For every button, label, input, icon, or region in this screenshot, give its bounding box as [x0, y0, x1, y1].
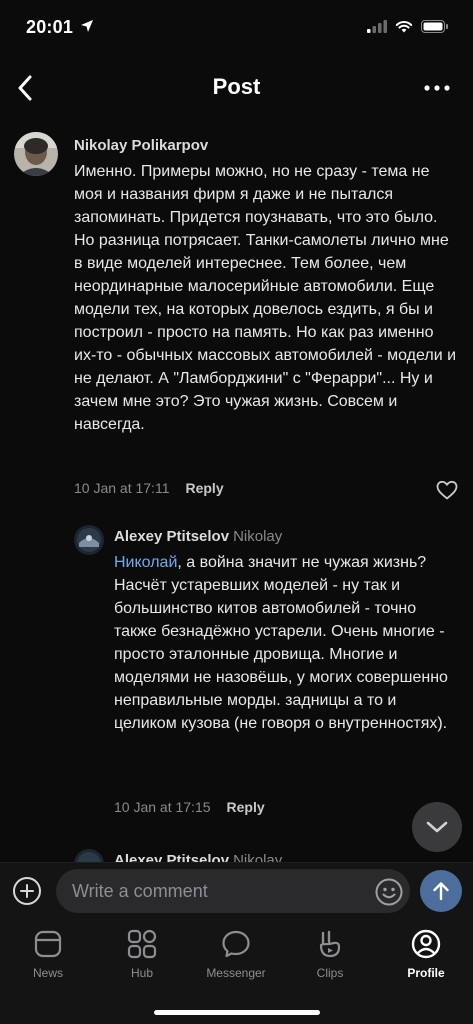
comment-timestamp: 10 Jan at 17:15	[114, 799, 211, 815]
wifi-icon	[395, 21, 413, 33]
comment-text: Именно. Примеры можно, но не сразу - тем…	[74, 163, 461, 433]
header: Post	[0, 62, 473, 114]
battery-icon	[421, 20, 448, 33]
avatar-photo-icon	[14, 132, 58, 176]
tab-news[interactable]: News	[8, 928, 88, 980]
more-dots-icon	[424, 85, 450, 91]
messenger-icon	[222, 930, 250, 958]
tab-label: Messenger	[206, 966, 266, 980]
tab-hub[interactable]: Hub	[102, 928, 182, 980]
comment-reply-item: Alexey Ptitselov Nikolay	[0, 847, 473, 862]
reply-to-name[interactable]: Nikolay	[233, 852, 282, 862]
status-icons	[367, 20, 449, 33]
comment-author[interactable]: Nikolay Polikarpov	[74, 137, 208, 154]
status-time: 20:01	[26, 17, 74, 37]
chevron-down-icon	[426, 821, 448, 833]
avatar-photo-icon	[74, 525, 104, 555]
comment-author: Alexey Ptitselov Nikolay	[114, 528, 282, 545]
heart-icon[interactable]	[435, 478, 459, 502]
comments-list: Nikolay Polikarpov Именно. Примеры можно…	[0, 122, 473, 862]
tab-profile[interactable]: Profile	[386, 928, 466, 980]
page-title: Post	[212, 74, 261, 99]
author-name[interactable]: Nikolay Polikarpov	[74, 137, 208, 154]
tab-bar: News Hub Messenger Clips Profile	[0, 918, 473, 1024]
comment-item: Nikolay Polikarpov Именно. Примеры можно…	[0, 122, 473, 502]
mention-link[interactable]: Николай	[114, 554, 177, 571]
home-indicator	[154, 1010, 320, 1015]
emoji-icon[interactable]	[374, 877, 404, 907]
tab-label: Clips	[316, 966, 344, 980]
hub-icon	[127, 929, 157, 959]
clips-icon	[319, 930, 341, 958]
arrow-up-icon	[433, 882, 449, 901]
add-attachment-icon[interactable]	[12, 876, 42, 906]
avatar[interactable]	[74, 849, 104, 862]
comment-text: Николай, а война значит не чужая жизнь? …	[114, 551, 450, 735]
tab-clips[interactable]: Clips	[290, 928, 370, 980]
send-button[interactable]	[420, 870, 462, 912]
reply-to-name[interactable]: Nikolay	[233, 528, 282, 545]
comment-meta: 10 Jan at 17:11 Reply	[74, 480, 224, 496]
avatar[interactable]	[74, 525, 104, 555]
reply-button[interactable]: Reply	[185, 480, 223, 496]
comment-composer	[0, 862, 473, 919]
tab-label: Profile	[407, 966, 445, 980]
comment-author: Alexey Ptitselov Nikolay	[114, 852, 282, 862]
avatar[interactable]	[14, 132, 58, 176]
comment-input[interactable]	[56, 869, 410, 913]
comment-meta: 10 Jan at 17:15 Reply	[114, 799, 265, 815]
location-arrow-icon	[81, 20, 93, 32]
tab-label: Hub	[130, 966, 153, 980]
comment-timestamp: 10 Jan at 17:11	[74, 480, 170, 496]
author-name[interactable]: Alexey Ptitselov	[114, 528, 229, 545]
cellular-signal-icon	[367, 20, 387, 33]
tab-messenger[interactable]: Messenger	[196, 928, 276, 980]
reply-button[interactable]: Reply	[227, 799, 265, 815]
more-options-button[interactable]	[421, 74, 453, 102]
news-icon	[34, 930, 62, 958]
scroll-down-button[interactable]	[412, 802, 462, 852]
comment-reply-item: Alexey Ptitselov Nikolay Николай, а война…	[0, 517, 473, 847]
profile-icon	[411, 929, 441, 959]
author-name[interactable]: Alexey Ptitselov	[114, 852, 229, 862]
comment-body: , а война значит не чужая жизнь? Насчёт …	[114, 554, 448, 732]
status-bar: 20:01	[0, 0, 473, 60]
avatar-photo-icon	[74, 849, 104, 862]
tab-label: News	[32, 966, 63, 980]
